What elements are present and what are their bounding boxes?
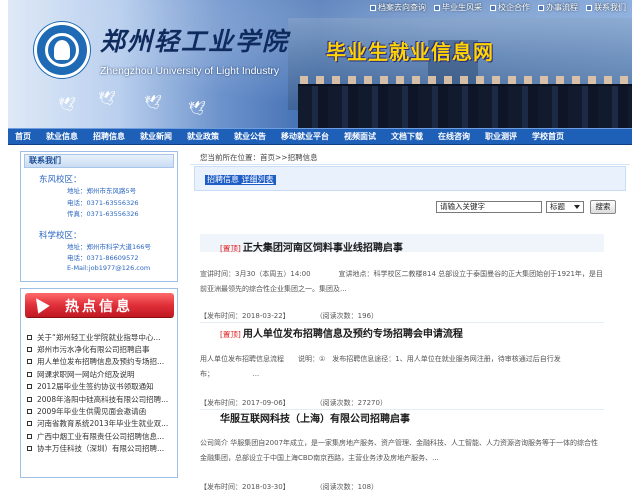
banner-doves: 🕊 🕊 🕊 🕊 bbox=[48, 92, 278, 120]
contact-title: 联系我们 bbox=[24, 154, 174, 168]
nav-career-test[interactable]: 职业测评 bbox=[485, 131, 517, 142]
article-summary: 宣讲时间：3月30（本周五）14:00 宣讲地点：科学校区二教楼814 总部设立… bbox=[200, 270, 603, 293]
banner-graduates bbox=[298, 84, 632, 128]
square-bullet-icon bbox=[27, 359, 32, 365]
nav-home[interactable]: 首页 bbox=[15, 131, 31, 142]
quick-link-archive[interactable]: 档案去向查询 bbox=[370, 2, 426, 13]
contact-panel: 联系我们 东风校区： 地址：郑州市东风路5号 电话：0371-63556326 … bbox=[20, 151, 178, 282]
campus-phone: 电话：0371-63556326 bbox=[67, 199, 139, 207]
school-name-en: Zhengzhou University of Light Industry bbox=[100, 65, 280, 77]
list-item[interactable]: 网课求职网一网站介绍及说明 bbox=[27, 368, 175, 380]
dove-icon: 🕊 bbox=[98, 91, 116, 107]
campus-address: 地址：郑州市东风路5号 bbox=[67, 187, 137, 195]
list-item[interactable]: 郑州市污水净化有限公司招聘启事 bbox=[27, 343, 175, 355]
square-bullet-icon bbox=[27, 334, 32, 340]
square-icon bbox=[370, 4, 376, 11]
square-icon bbox=[538, 4, 544, 11]
article-title[interactable]: [置顶] 用人单位发布招聘信息及预约专场招聘会申请流程 bbox=[220, 325, 463, 340]
hot-info-panel: 热点信息 关于“郑州轻工业学院就业指导中心... 郑州市污水净化有限公司招聘启事… bbox=[20, 288, 178, 478]
view-count: （阅读次数：108） bbox=[315, 483, 379, 491]
square-icon bbox=[586, 4, 592, 11]
list-item[interactable]: 关于“郑州轻工业学院就业指导中心... bbox=[27, 331, 175, 343]
dove-icon: 🕊 bbox=[144, 95, 162, 111]
quick-links: 档案去向查询 毕业生风采 校企合作 办事流程 联系我们 bbox=[370, 2, 626, 13]
article-meta: 【发布时间：2017-09-06】 （阅读次数：27270） bbox=[200, 398, 387, 408]
campus-fax: 传真：0371-63556326 bbox=[67, 210, 139, 218]
list-item[interactable]: 2008年洛阳中硅高科技有限公司招聘... bbox=[27, 393, 175, 405]
nav-recruitment[interactable]: 招聘信息 bbox=[93, 131, 125, 142]
square-bullet-icon bbox=[27, 384, 32, 390]
square-bullet-icon bbox=[27, 433, 32, 439]
article-meta: 【发布时间：2018-03-30】 （阅读次数：108） bbox=[200, 482, 378, 492]
publish-date: 【发布时间：2018-03-22】 bbox=[200, 312, 290, 320]
hot-info-header: 热点信息 bbox=[25, 293, 174, 317]
square-bullet-icon bbox=[27, 396, 32, 402]
main-nav: 首页 就业信息 招聘信息 就业新闻 就业政策 就业公告 移动就业平台 视频面试 … bbox=[8, 128, 632, 145]
nav-online-consult[interactable]: 在线咨询 bbox=[438, 131, 470, 142]
article-summary: 公司简介 华服集团自2007年成立，是一家集房地产服务、资产管理、金融科技、人工… bbox=[200, 439, 599, 462]
square-bullet-icon bbox=[27, 446, 32, 452]
square-bullet-icon bbox=[27, 421, 32, 427]
nav-downloads[interactable]: 文档下载 bbox=[391, 131, 423, 142]
article-summary: 用人单位发布招聘信息流程 说明：① 发布招聘信息途径：1、用人单位在就业服务网注… bbox=[200, 355, 561, 378]
article-meta: 【发布时间：2018-03-22】 （阅读次数：196） bbox=[200, 311, 378, 321]
list-item[interactable]: 协丰万佳科技（深圳）有限公司招聘... bbox=[27, 443, 175, 455]
hot-info-list: 关于“郑州轻工业学院就业指导中心... 郑州市污水净化有限公司招聘启事 用人单位… bbox=[27, 331, 175, 455]
campus-phone: 电话：0371-86609572 bbox=[67, 254, 139, 262]
header-banner: 🕊 🕊 🕊 🕊 郑州轻工业学院 Zhengzhou University of … bbox=[8, 0, 632, 128]
nav-mobile-platform[interactable]: 移动就业平台 bbox=[281, 131, 329, 142]
quick-link-contact[interactable]: 联系我们 bbox=[586, 2, 626, 13]
quick-link-cooperation[interactable]: 校企合作 bbox=[490, 2, 530, 13]
campus-email[interactable]: E-Mail:job1977@126.com bbox=[67, 264, 150, 272]
nav-news[interactable]: 就业新闻 bbox=[140, 131, 172, 142]
article-title[interactable]: [置顶] 正大集团河南区饲料事业线招聘启事 bbox=[220, 239, 403, 254]
hot-info-title: 热点信息 bbox=[65, 299, 133, 315]
quick-link-process[interactable]: 办事流程 bbox=[538, 2, 578, 13]
school-logo[interactable] bbox=[34, 22, 90, 78]
list-item[interactable]: 2009年毕业生供需见面会邀请函 bbox=[27, 405, 175, 417]
pinned-tag: [置顶] bbox=[220, 330, 241, 339]
site-title: 毕业生就业信息网 bbox=[326, 40, 494, 64]
nav-announcements[interactable]: 就业公告 bbox=[234, 131, 266, 142]
dove-icon: 🕊 bbox=[188, 101, 206, 117]
nav-policy[interactable]: 就业政策 bbox=[187, 131, 219, 142]
logo-emblem bbox=[54, 40, 70, 60]
quick-link-graduates[interactable]: 毕业生风采 bbox=[434, 2, 482, 13]
campus-address: 地址：郑州市科学大道166号 bbox=[67, 243, 151, 251]
square-bullet-icon bbox=[27, 371, 32, 377]
cursor-icon bbox=[30, 294, 50, 314]
tab-recruitment[interactable]: 招聘信息 详细列表 bbox=[205, 175, 276, 185]
search-field-select[interactable]: 标题 bbox=[546, 201, 584, 213]
square-icon bbox=[434, 4, 440, 11]
campus-name: 东风校区： bbox=[39, 175, 82, 185]
nav-employment-info[interactable]: 就业信息 bbox=[46, 131, 78, 142]
nav-school-home[interactable]: 学校首页 bbox=[532, 131, 564, 142]
divider bbox=[200, 322, 604, 323]
school-name-cn: 郑州轻工业学院 bbox=[100, 27, 290, 56]
square-icon bbox=[490, 4, 496, 11]
pinned-tag: [置顶] bbox=[220, 244, 241, 253]
list-item[interactable]: 广西中烟工业有限责任公司招聘信息... bbox=[27, 430, 175, 442]
nav-video-interview[interactable]: 视频面试 bbox=[344, 131, 376, 142]
info-tab-bar: 招聘信息 详细列表 bbox=[194, 166, 626, 191]
chevron-down-icon bbox=[574, 205, 580, 209]
article-title[interactable]: 华服互联网科技（上海）有限公司招聘启事 bbox=[220, 410, 410, 425]
publish-date: 【发布时间：2018-03-30】 bbox=[200, 483, 290, 491]
search-button[interactable]: 搜索 bbox=[590, 200, 616, 214]
square-bullet-icon bbox=[27, 409, 32, 415]
divider bbox=[190, 164, 630, 165]
dove-icon: 🕊 bbox=[58, 97, 76, 113]
publish-date: 【发布时间：2017-09-06】 bbox=[200, 399, 290, 407]
list-item[interactable]: 河南省教育系统2013年毕业生就业双... bbox=[27, 418, 175, 430]
detail-list-link[interactable]: 详细列表 bbox=[242, 175, 274, 184]
list-item[interactable]: 用人单位发布招聘信息及预约专场招... bbox=[27, 356, 175, 368]
view-count: （阅读次数：196） bbox=[315, 312, 379, 320]
list-item[interactable]: 2012届毕业生签约协议书领取通知 bbox=[27, 381, 175, 393]
breadcrumb: 您当前所在位置：首页>>招聘信息 bbox=[200, 153, 318, 162]
view-count: （阅读次数：27270） bbox=[315, 399, 387, 407]
search-input[interactable]: 请输入关键字 bbox=[436, 201, 542, 213]
campus-name: 科学校区： bbox=[39, 231, 82, 241]
square-bullet-icon bbox=[27, 347, 32, 353]
